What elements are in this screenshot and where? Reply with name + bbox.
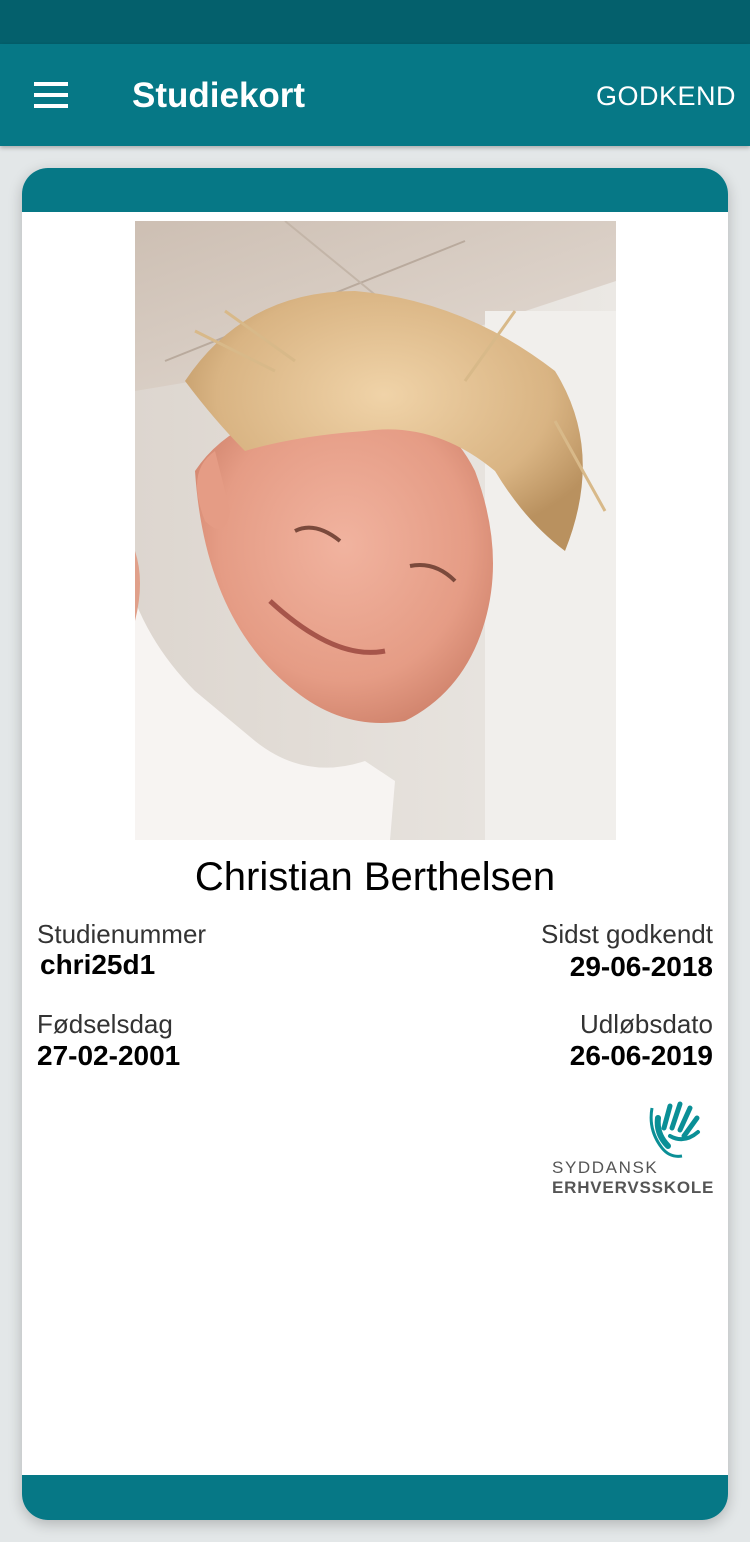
- status-bar: [0, 0, 750, 44]
- birthday-value: 27-02-2001: [37, 1040, 181, 1071]
- card-bottom-band: [22, 1475, 728, 1520]
- student-number-value: chri25d1: [40, 949, 156, 980]
- birthday-label: Fødselsdag: [37, 1009, 173, 1039]
- student-photo: [135, 221, 616, 840]
- school-logo: SYDDANSK ERHVERVSSKOLE: [550, 1100, 713, 1200]
- last-approved-value: 29-06-2018: [569, 951, 713, 982]
- expiry-value: 26-06-2019: [569, 1040, 713, 1071]
- student-number-label: Studienummer: [37, 919, 207, 949]
- approve-button[interactable]: GODKEND: [596, 78, 736, 114]
- hand-icon: [649, 1101, 700, 1158]
- student-card: Christian Berthelsen Studienummer chri25…: [22, 168, 728, 1520]
- menu-button[interactable]: [22, 70, 78, 120]
- app-bar: Studiekort GODKEND: [0, 44, 750, 146]
- expiry-label: Udløbsdato: [580, 1009, 713, 1039]
- logo-text-line1: SYDDANSK: [552, 1158, 659, 1177]
- page-title: Studiekort: [132, 76, 306, 115]
- student-name: Christian Berthelsen: [194, 855, 556, 899]
- last-approved-label: Sidst godkendt: [540, 919, 713, 949]
- student-photo-image: [135, 221, 616, 840]
- logo-text-line2: ERHVERVSSKOLE: [552, 1178, 715, 1197]
- card-top-band: [22, 168, 728, 212]
